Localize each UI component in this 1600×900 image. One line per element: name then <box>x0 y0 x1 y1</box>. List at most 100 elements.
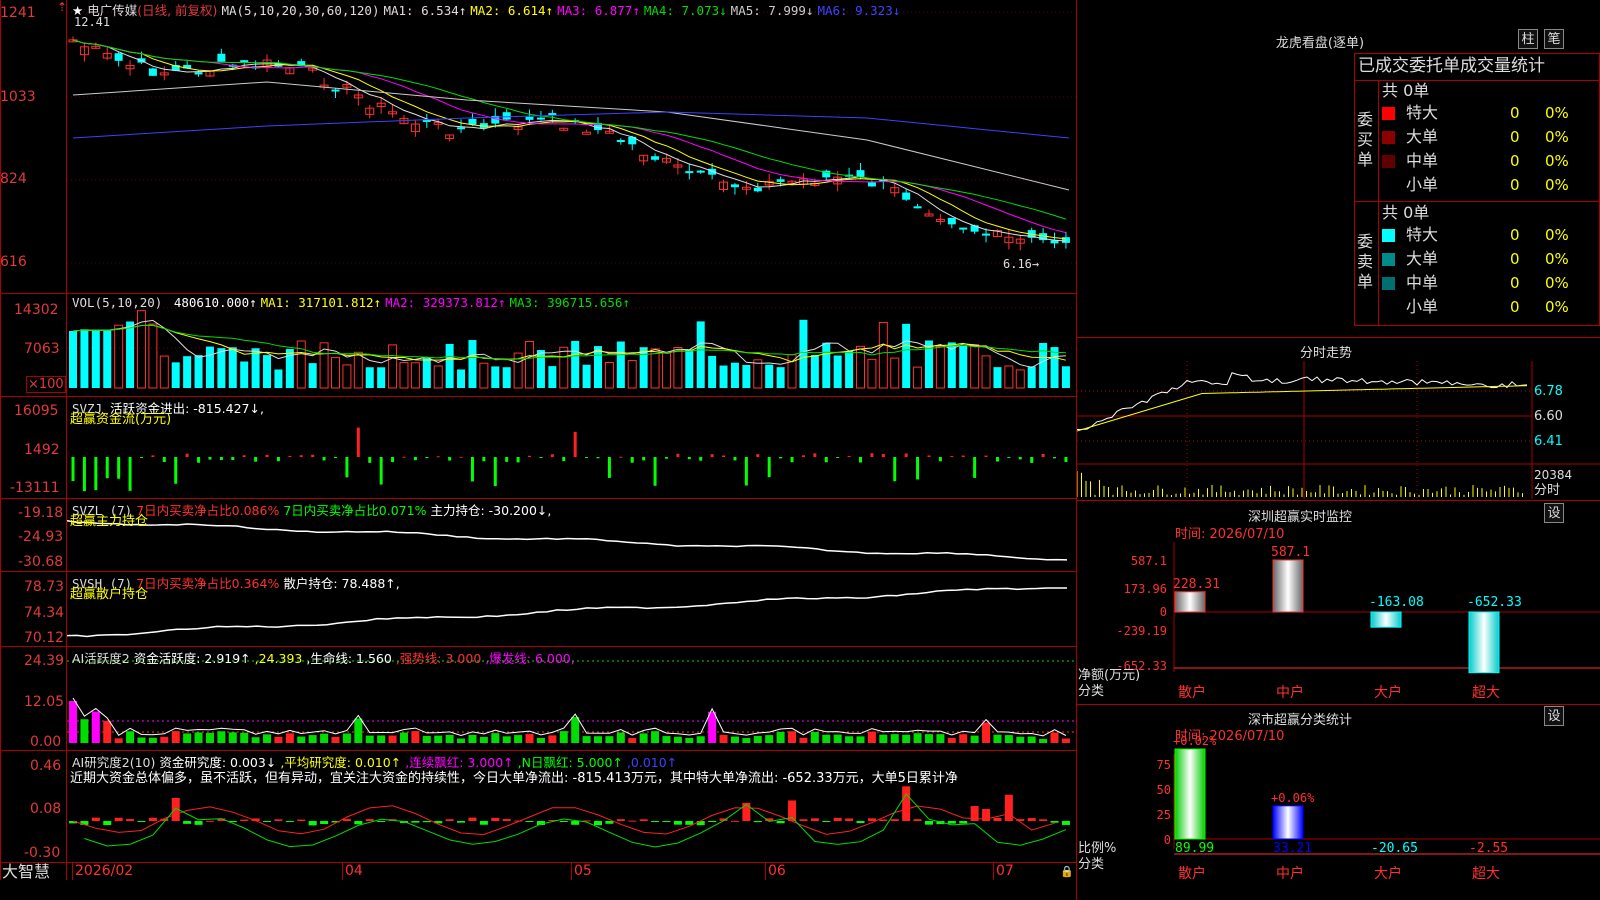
ma-line-5 <box>72 81 1070 191</box>
dragon-title: 龙虎看盘(逐单) <box>1275 36 1365 51</box>
monitor-bar <box>1370 611 1402 628</box>
ytick-svzj-0: 16095 <box>14 403 59 419</box>
tick-mark <box>72 862 73 880</box>
flow-bar <box>790 457 794 463</box>
activity-bar <box>399 732 408 743</box>
flow-bar <box>265 455 269 457</box>
activity-bar <box>1050 732 1059 743</box>
flow-bar <box>699 457 703 461</box>
research-bar <box>867 818 876 821</box>
activity-bar <box>628 738 637 743</box>
research-bar <box>651 821 660 822</box>
dragon-tab[interactable]: 已成交委托单成交量统计 <box>1358 56 1545 76</box>
volume-bar <box>616 341 625 388</box>
ytick-svzj-1: 1492 <box>24 442 60 458</box>
activity-bar <box>194 732 203 743</box>
activity-bar <box>1016 736 1025 743</box>
avg-line <box>1077 385 1528 432</box>
monitor-ytick: 587.1 <box>1131 554 1167 568</box>
activity-bar <box>297 736 306 743</box>
intra-ytick-0: 6.78 <box>1534 384 1563 399</box>
flow-bar <box>642 457 646 461</box>
ma-item-6: MA6: 9.323↓ <box>817 3 901 18</box>
ytick-svzj-2: -13111 <box>10 480 60 496</box>
flow-bar <box>356 427 360 457</box>
activity-bar <box>867 731 876 743</box>
flow-bar <box>710 454 714 457</box>
activity-bar <box>91 711 100 743</box>
research-bar <box>708 821 717 822</box>
order-type-label: 中单 <box>1406 273 1439 292</box>
vol-ma2: MA2: 329373.812↑ <box>385 295 506 310</box>
flow-bar <box>82 457 86 492</box>
order-count: 0 <box>1510 152 1520 170</box>
ai2-t4: ,N日飘红: 5.000↑ <box>517 755 623 770</box>
flow-bar <box>585 457 589 458</box>
research-bar <box>491 817 500 821</box>
flow-bar <box>208 457 212 460</box>
ai2-comment: 近期大资金总体偏多，虽不活跃，但有异动，宜关注大资金的持续性，今日大单净流出: … <box>70 771 958 786</box>
volume-bar <box>1015 369 1025 389</box>
volume-bar <box>708 355 717 388</box>
ai1-t2: ,24.393 <box>254 651 303 666</box>
activity-bar <box>833 734 842 743</box>
monitor-ytick: 173.96 <box>1124 582 1167 596</box>
app-logo: 大智慧 <box>2 862 51 881</box>
order-count: 0 <box>1510 176 1520 194</box>
flow-bar <box>231 457 235 461</box>
ytick-ai2-1: 0.08 <box>30 801 62 817</box>
research-bar <box>479 821 488 825</box>
tick-mark <box>342 862 343 880</box>
activity-bar <box>126 731 135 743</box>
activity-bar <box>594 736 602 743</box>
sell-divider <box>1378 201 1379 326</box>
activity-bar <box>651 731 660 743</box>
monitor-bar-chart[interactable]: 587.1 173.96 0 -239.19 -652.33 228.31 散户 587.1 中… <box>1077 522 1600 704</box>
volume-bar <box>171 362 180 388</box>
candle-body <box>457 127 466 130</box>
tick-mark <box>993 862 994 880</box>
month-label-0: 2026/02 <box>75 863 134 879</box>
candle-body <box>525 116 534 120</box>
flow-bar <box>254 457 258 462</box>
order-type-label: 特大 <box>1406 103 1439 122</box>
ytick-vol-0: 14302 <box>14 302 59 318</box>
ma-item-5: MA5: 7.999↓ <box>730 3 814 18</box>
research-bar <box>810 818 819 821</box>
tick-mode-button[interactable]: 笔 <box>1544 29 1564 49</box>
volume-bar <box>902 323 911 388</box>
research-bar <box>468 817 477 821</box>
research-bar <box>776 821 785 824</box>
flow-bar <box>984 455 988 457</box>
research-bar <box>594 821 602 826</box>
lock-icon[interactable]: 🔒 <box>1060 864 1074 879</box>
volume-bar <box>1061 366 1070 388</box>
bar-mode-button[interactable]: 柱 <box>1518 29 1538 49</box>
order-type-label: 中单 <box>1406 151 1439 170</box>
flow-bar <box>847 456 851 458</box>
month-label-3: 06 <box>768 863 786 879</box>
ai1-label: AI活跃度2 <box>72 651 130 666</box>
ai1-header: AI活跃度2 资金活跃度: 2.919↑ ,24.393 ,生命线: 1.560 ,强势… <box>72 648 579 667</box>
intra-ytick-2: 6.41 <box>1534 434 1563 449</box>
activity-bar <box>708 711 717 743</box>
research-bar <box>833 817 842 821</box>
activity-bar <box>228 732 237 743</box>
flow-bar <box>744 457 748 486</box>
class-bar-chart[interactable]: 75 50 25 0 89.99 散户 33.21 中户 -20.65 大户 -2.55 超大 +0.0… <box>1077 724 1600 900</box>
research-bar <box>628 820 637 822</box>
volume-bar <box>399 362 409 389</box>
monitor-settings-button[interactable]: 设 <box>1544 503 1564 523</box>
volume-bar <box>673 346 683 389</box>
volume-bar <box>468 340 477 388</box>
research-bar <box>148 817 157 821</box>
activity-bar <box>559 731 568 743</box>
intraday-chart[interactable] <box>1077 361 1600 499</box>
activity-bar <box>696 736 705 743</box>
tick-mark <box>571 862 572 880</box>
research-bar <box>924 821 933 825</box>
candle-body <box>616 140 625 143</box>
candlestick-chart[interactable] <box>67 0 1076 292</box>
research-bar <box>993 817 1002 821</box>
class-settings-button[interactable]: 设 <box>1544 706 1564 726</box>
